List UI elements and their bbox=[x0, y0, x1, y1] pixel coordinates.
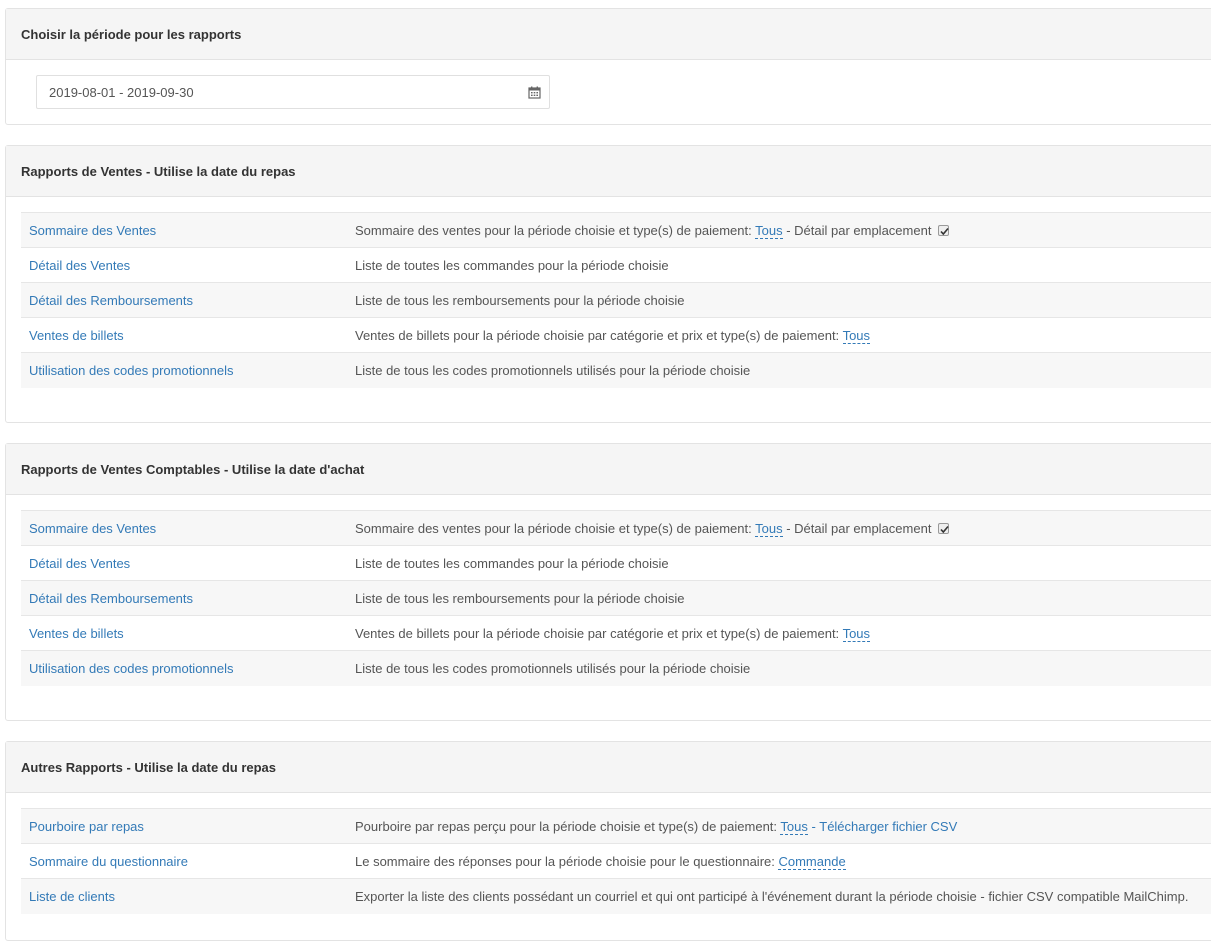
table-row: Détail des Ventes Liste de toutes les co… bbox=[21, 247, 1211, 283]
table-row: Sommaire du questionnaire Le sommaire de… bbox=[21, 843, 1211, 879]
report-description: Liste de toutes les commandes pour la pé… bbox=[347, 247, 1211, 283]
payment-type-dropdown[interactable]: Tous bbox=[842, 625, 871, 642]
table-row: Utilisation des codes promotionnels List… bbox=[21, 352, 1211, 388]
report-description: Le sommaire des réponses pour la période… bbox=[347, 843, 1211, 879]
sales-summary-link[interactable]: Sommaire des Ventes bbox=[29, 521, 156, 536]
report-description: Liste de toutes les commandes pour la pé… bbox=[347, 545, 1211, 581]
report-description: Liste de tous les remboursements pour la… bbox=[347, 580, 1211, 616]
payment-type-dropdown[interactable]: Tous bbox=[780, 818, 808, 835]
client-list-link[interactable]: Liste de clients bbox=[29, 889, 115, 904]
other-reports-table: Pourboire par repas Pourboire par repas … bbox=[21, 808, 1211, 914]
sales-reports-table: Sommaire des Ventes Sommaire des ventes … bbox=[21, 212, 1211, 388]
report-description: Sommaire des ventes pour la période choi… bbox=[347, 510, 1211, 546]
report-description: Liste de tous les remboursements pour la… bbox=[347, 282, 1211, 318]
questionnaire-dropdown[interactable]: Commande bbox=[778, 853, 846, 870]
refunds-detail-link[interactable]: Détail des Remboursements bbox=[29, 591, 193, 606]
report-description: Sommaire des ventes pour la période choi… bbox=[347, 212, 1211, 248]
location-detail-checkbox[interactable] bbox=[938, 522, 950, 534]
ticket-sales-link[interactable]: Ventes de billets bbox=[29, 626, 124, 641]
table-row: Détail des Ventes Liste de toutes les co… bbox=[21, 545, 1211, 581]
accounting-reports-table: Sommaire des Ventes Sommaire des ventes … bbox=[21, 510, 1211, 686]
calendar-icon[interactable] bbox=[528, 86, 541, 99]
table-row: Sommaire des Ventes Sommaire des ventes … bbox=[21, 212, 1211, 248]
tips-per-meal-link[interactable]: Pourboire par repas bbox=[29, 819, 144, 834]
sales-detail-link[interactable]: Détail des Ventes bbox=[29, 556, 130, 571]
report-description: Exporter la liste des clients possédant … bbox=[347, 878, 1211, 914]
other-reports-title: Autres Rapports - Utilise la date du rep… bbox=[6, 742, 1211, 793]
table-row: Détail des Remboursements Liste de tous … bbox=[21, 580, 1211, 616]
report-description: Liste de tous les codes promotionnels ut… bbox=[347, 352, 1211, 388]
report-description: Ventes de billets pour la période choisi… bbox=[347, 615, 1211, 651]
sales-summary-link[interactable]: Sommaire des Ventes bbox=[29, 223, 156, 238]
sales-reports-title: Rapports de Ventes - Utilise la date du … bbox=[6, 146, 1211, 197]
period-panel: Choisir la période pour les rapports 201… bbox=[5, 8, 1211, 125]
promo-codes-link[interactable]: Utilisation des codes promotionnels bbox=[29, 363, 234, 378]
table-row: Liste de clients Exporter la liste des c… bbox=[21, 878, 1211, 914]
table-row: Pourboire par repas Pourboire par repas … bbox=[21, 808, 1211, 844]
table-row: Détail des Remboursements Liste de tous … bbox=[21, 282, 1211, 318]
location-detail-checkbox[interactable] bbox=[938, 224, 950, 236]
sales-reports-panel: Rapports de Ventes - Utilise la date du … bbox=[5, 145, 1211, 423]
table-row: Utilisation des codes promotionnels List… bbox=[21, 650, 1211, 686]
date-range-value: 2019-08-01 - 2019-09-30 bbox=[49, 84, 194, 100]
refunds-detail-link[interactable]: Détail des Remboursements bbox=[29, 293, 193, 308]
payment-type-dropdown[interactable]: Tous bbox=[842, 327, 871, 344]
other-reports-panel: Autres Rapports - Utilise la date du rep… bbox=[5, 741, 1211, 941]
report-description: Ventes de billets pour la période choisi… bbox=[347, 317, 1211, 353]
accounting-reports-title: Rapports de Ventes Comptables - Utilise … bbox=[6, 444, 1211, 495]
table-row: Ventes de billets Ventes de billets pour… bbox=[21, 615, 1211, 651]
questionnaire-summary-link[interactable]: Sommaire du questionnaire bbox=[29, 854, 188, 869]
accounting-reports-panel: Rapports de Ventes Comptables - Utilise … bbox=[5, 443, 1211, 721]
promo-codes-link[interactable]: Utilisation des codes promotionnels bbox=[29, 661, 234, 676]
payment-type-dropdown[interactable]: Tous bbox=[755, 520, 783, 537]
ticket-sales-link[interactable]: Ventes de billets bbox=[29, 328, 124, 343]
payment-type-dropdown[interactable]: Tous bbox=[755, 222, 783, 239]
date-range-input[interactable]: 2019-08-01 - 2019-09-30 bbox=[36, 75, 550, 109]
sales-detail-link[interactable]: Détail des Ventes bbox=[29, 258, 130, 273]
table-row: Ventes de billets Ventes de billets pour… bbox=[21, 317, 1211, 353]
period-panel-title: Choisir la période pour les rapports bbox=[6, 9, 1211, 60]
report-description: Liste de tous les codes promotionnels ut… bbox=[347, 650, 1211, 686]
table-row: Sommaire des Ventes Sommaire des ventes … bbox=[21, 510, 1211, 546]
download-csv-link[interactable]: Télécharger fichier CSV bbox=[819, 819, 957, 834]
report-description: Pourboire par repas perçu pour la périod… bbox=[347, 808, 1211, 844]
